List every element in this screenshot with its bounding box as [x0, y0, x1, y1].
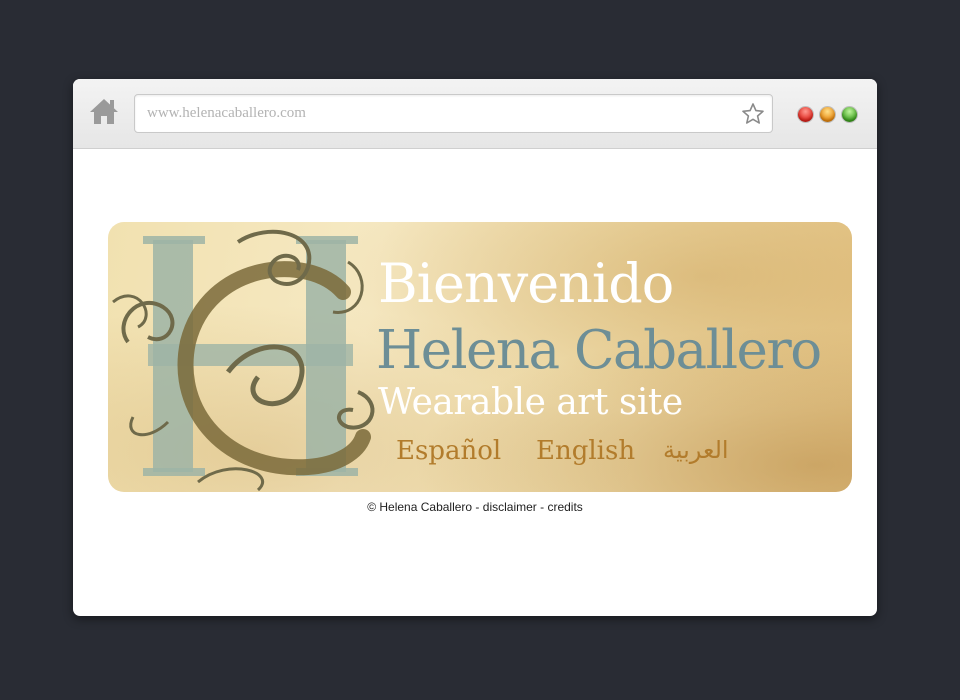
minimize-window-button[interactable]: [820, 107, 835, 122]
hc-monogram-logo: [112, 229, 375, 492]
welcome-banner: Bienvenido Helena Caballero Wearable art…: [108, 222, 852, 492]
browser-window: www.helenacaballero.com Bienvenido Helen…: [73, 79, 877, 616]
language-link-spanish[interactable]: Español: [396, 436, 501, 466]
disclaimer-link[interactable]: disclaimer: [483, 500, 537, 514]
copyright-text: © Helena Caballero: [367, 500, 473, 514]
footer: © Helena Caballero - disclaimer - credit…: [73, 500, 877, 514]
language-link-arabic[interactable]: العربية: [663, 436, 729, 464]
browser-toolbar: www.helenacaballero.com: [73, 79, 877, 149]
close-window-button[interactable]: [798, 107, 813, 122]
home-icon[interactable]: [88, 96, 120, 126]
star-icon[interactable]: [741, 102, 765, 126]
footer-separator: -: [536, 500, 548, 514]
footer-separator: -: [472, 500, 483, 514]
artist-name: Helena Caballero: [376, 320, 822, 381]
maximize-window-button[interactable]: [842, 107, 857, 122]
language-link-english[interactable]: English: [536, 436, 635, 466]
address-bar[interactable]: www.helenacaballero.com: [134, 94, 773, 133]
welcome-heading: Bienvenido: [378, 252, 674, 315]
site-tagline: Wearable art site: [378, 382, 683, 423]
url-text: www.helenacaballero.com: [147, 105, 306, 121]
credits-link[interactable]: credits: [547, 500, 582, 514]
